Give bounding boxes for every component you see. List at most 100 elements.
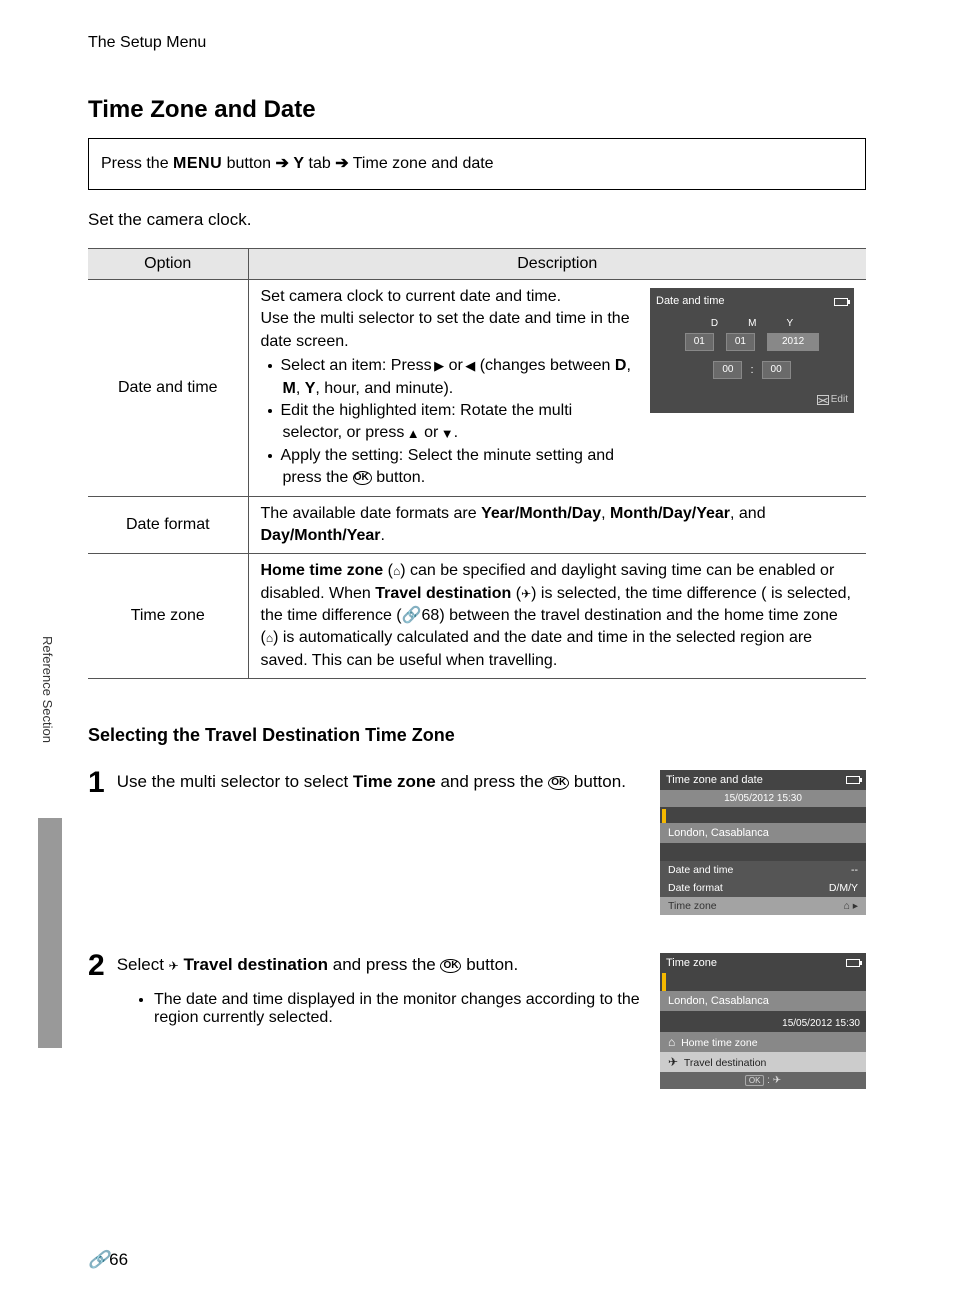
df-tail: . — [381, 527, 385, 544]
home-icon: ⌂ — [843, 900, 849, 912]
s1b: and press the — [436, 772, 548, 791]
cam1-year-value: 2012 — [767, 333, 819, 351]
battery-icon — [846, 959, 860, 967]
col-description-header: Description — [248, 249, 866, 280]
cam2-opt3-icon: ⌂ ▸ — [843, 900, 858, 912]
plane-icon: ✈ — [773, 1075, 781, 1086]
tz-home-bold: Home time zone — [261, 562, 384, 579]
step-2: 2 Select ✈ Travel destination and press … — [88, 953, 866, 1089]
options-table: Option Description Date and time Set cam… — [88, 248, 866, 679]
dt-line2: Use the multi selector to set the date a… — [261, 310, 630, 349]
link-icon: 🔗 — [88, 1250, 109, 1269]
nav-tail: Time zone and date — [349, 155, 494, 172]
bullet-edit-item: Edit the highlighted item: Rotate the mu… — [283, 400, 635, 445]
step2-bullet: The date and time displayed in the monit… — [154, 991, 640, 1027]
arrow-icon: ➔ — [335, 155, 348, 172]
tz-t5: ( — [511, 585, 521, 602]
df-pre: The available date formats are — [261, 505, 482, 522]
arrow-icon: ➔ — [276, 155, 289, 172]
ok-icon: OK — [440, 959, 461, 973]
b1b: or — [444, 357, 467, 374]
cam1-colon: : — [750, 363, 753, 378]
nav-prefix: Press the — [101, 155, 173, 172]
dt-line1: Set camera clock to current date and tim… — [261, 288, 562, 305]
up-icon: ▲ — [409, 427, 420, 440]
df-f1: Year/Month/Day — [481, 505, 601, 522]
plane-icon: ✈ — [668, 1055, 678, 1069]
battery-icon — [834, 298, 848, 306]
step-2-number: 2 — [88, 951, 105, 981]
tz-ref: 68 — [422, 607, 440, 624]
wrench-icon: Y — [293, 155, 304, 172]
m-bold: M — [283, 380, 296, 397]
b1a: Select an item: Press — [281, 357, 437, 374]
home-icon: ⌂ — [668, 1035, 675, 1049]
right-icon: ▶ — [436, 359, 444, 372]
cam3-footer: OK : ✈ — [660, 1072, 866, 1089]
page-title: Time Zone and Date — [88, 96, 866, 124]
s2c: button. — [461, 955, 518, 974]
s2-bold: Travel destination — [183, 955, 328, 974]
tz-t2: ( — [383, 562, 393, 579]
intro-text: Set the camera clock. — [88, 210, 866, 230]
battery-icon — [846, 776, 860, 784]
b2c: . — [454, 424, 458, 441]
cam2-opt1: Date and time — [668, 864, 733, 876]
subheading: Selecting the Travel Destination Time Zo… — [88, 725, 866, 746]
cam2-city: London, Casablanca — [660, 823, 866, 843]
cam3-title: Time zone — [666, 957, 717, 969]
cam1-hour-value: 00 — [713, 361, 742, 379]
df-f3: Day/Month/Year — [261, 527, 381, 544]
menu-button-label: MENU — [173, 155, 222, 172]
b3a: Apply the setting: Select the minute set… — [281, 447, 615, 486]
col-option-header: Option — [88, 249, 248, 280]
side-tab-label: Reference Section — [40, 636, 55, 743]
tz-travel-bold: Travel destination — [375, 585, 511, 602]
down-icon: ▼ — [443, 427, 454, 440]
cam1-edit-label: Edit — [831, 394, 848, 405]
step-1: 1 Use the multi selector to select Time … — [88, 770, 866, 915]
cam1-minute-value: 00 — [762, 361, 791, 379]
side-tab-block — [38, 818, 62, 1048]
step-1-number: 1 — [88, 768, 105, 798]
tz-t8: ) is automatically calculated and the da… — [261, 629, 813, 668]
link-icon: 🔗 — [402, 607, 422, 624]
time-zone-description: Home time zone (⌂) can be specified and … — [248, 554, 866, 679]
section-header: The Setup Menu — [88, 34, 866, 52]
option-date-format: Date format — [88, 496, 248, 554]
home-icon: ⌂ — [266, 631, 273, 645]
edit-icon — [817, 395, 829, 405]
nav-mid1: button — [222, 155, 275, 172]
b1f: , hour, and minute). — [315, 380, 453, 397]
df-f2: Month/Day/Year — [610, 505, 730, 522]
cam1-Y: Y — [786, 317, 793, 331]
cam2-opt2: Date format — [668, 882, 723, 894]
camera-screen-tz-and-date: Time zone and date 15/05/2012 15:30 Lond… — [660, 770, 866, 915]
b1e: , — [296, 380, 305, 397]
nav-mid2: tab — [304, 155, 335, 172]
cam2-opt3: Time zone — [668, 900, 717, 912]
cam1-title: Date and time — [656, 294, 724, 309]
cam1-M: M — [748, 317, 756, 331]
cam3-city: London, Casablanca — [660, 991, 866, 1011]
cam1-D: D — [711, 317, 718, 331]
cam3-opt1: Home time zone — [681, 1037, 757, 1049]
cam1-day-value: 01 — [685, 333, 714, 351]
b1d: , — [626, 357, 630, 374]
cam2-title: Time zone and date — [666, 774, 763, 786]
date-format-description: The available date formats are Year/Mont… — [248, 496, 866, 554]
s1a: Use the multi selector to select — [117, 772, 353, 791]
ok-icon: OK — [353, 471, 372, 485]
y-bold: Y — [305, 380, 316, 397]
b1c: (changes between — [475, 357, 615, 374]
cam2-opt2-val: D/M/Y — [829, 882, 858, 894]
ok-icon: OK — [548, 776, 569, 790]
s1c: button. — [569, 772, 626, 791]
s2a: Select — [117, 955, 169, 974]
option-date-and-time: Date and time — [88, 280, 248, 497]
df-s1: , — [601, 505, 610, 522]
cam1-month-value: 01 — [726, 333, 755, 351]
b2b: or — [420, 424, 443, 441]
cam3-opt2: Travel destination — [684, 1057, 767, 1069]
cam3-date: 15/05/2012 15:30 — [660, 1015, 866, 1032]
